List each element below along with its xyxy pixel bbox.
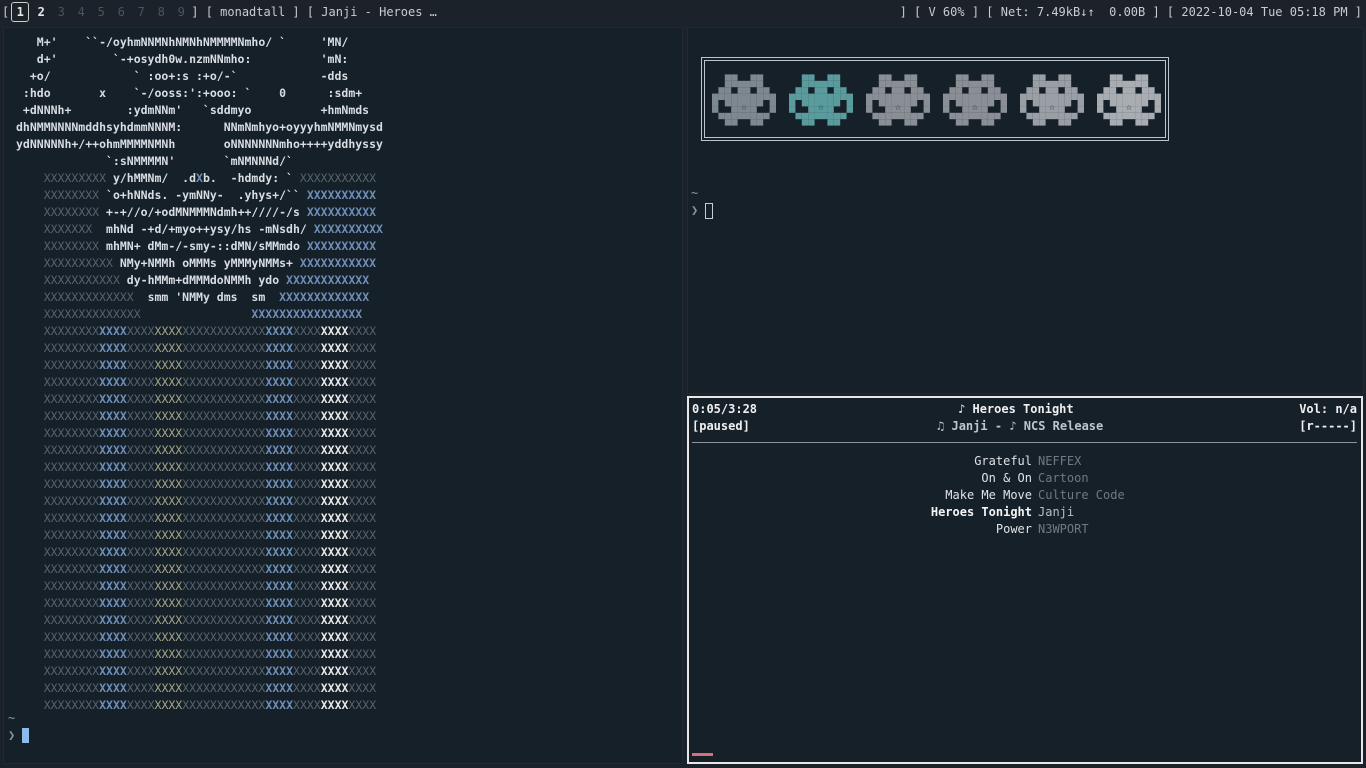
invader-icon: ☆: [789, 74, 853, 126]
prompt-cwd: ~: [691, 186, 699, 200]
workspace-3[interactable]: 3: [51, 5, 71, 19]
playlist-row[interactable]: Power N3WPORT: [692, 521, 1360, 538]
volume-readout: Vol: n/a: [1299, 402, 1357, 416]
meta-separator: -: [994, 419, 1003, 433]
now-playing-title: ♪ Heroes Tonight: [958, 402, 1238, 416]
svg-text:☆: ☆: [741, 101, 747, 113]
playlist-title: Heroes Tonight: [930, 505, 1032, 519]
workspace-2[interactable]: 2: [31, 5, 51, 19]
svg-text:☆: ☆: [1049, 101, 1055, 113]
shell-prompt[interactable]: ~ ❯: [8, 710, 30, 744]
net-widget: [ Net: 7.49kB↓↑ 0.00B ]: [986, 5, 1160, 19]
terminal-cursor: [705, 202, 714, 219]
playlist-title: Grateful: [974, 454, 1032, 468]
workspace-9[interactable]: 9: [171, 5, 191, 19]
playlist-artist: NEFFEX: [1038, 454, 1082, 468]
artist-icon: ♫: [937, 419, 945, 433]
playlist-title: On & On: [981, 471, 1032, 485]
svg-text:☆: ☆: [1126, 101, 1132, 113]
progress-bar[interactable]: [692, 753, 713, 756]
workspace-5[interactable]: 5: [91, 5, 111, 19]
window-title: [ Janji - Heroes …: [306, 5, 437, 19]
playlist-artist: Culture Code: [1038, 488, 1125, 502]
shell-prompt[interactable]: ~ ❯: [691, 185, 714, 219]
fetch-art-box: ☆ ☆ ☆ ☆ ☆ ☆: [701, 57, 1169, 141]
layout-indicator[interactable]: [ monadtall ]: [206, 5, 300, 19]
playlist-artist: Cartoon: [1038, 471, 1089, 485]
now-playing-meta: ♫ Janji - ♪ NCS Release: [937, 419, 1237, 433]
svg-text:☆: ☆: [818, 101, 824, 113]
workspace-buttons: 123456789: [9, 2, 191, 22]
svg-text:☆: ☆: [972, 101, 978, 113]
playlist-artist: N3WPORT: [1038, 522, 1089, 536]
prompt-chevron-icon: ❯: [691, 203, 699, 217]
workspace-bracket-close: ]: [191, 5, 199, 19]
music-player: 0:05/3:28 [paused] ♪ Heroes Tonight ♫ Ja…: [689, 398, 1361, 762]
workspace-4[interactable]: 4: [71, 5, 91, 19]
header-divider: [692, 442, 1357, 443]
workspace-8[interactable]: 8: [151, 5, 171, 19]
workspace-7[interactable]: 7: [131, 5, 151, 19]
bar-widgets: ] [ V 60% ] [ Net: 7.49kB↓↑ 0.00B ] [ 20…: [900, 0, 1362, 24]
workspace-1[interactable]: 1: [11, 2, 30, 22]
prompt-chevron-icon: ❯: [8, 728, 16, 742]
ascii-art: M+' ``-/oyhmNNMNhNMNhNMMMMNmho/ ` 'MN/ d…: [16, 35, 383, 712]
bar-separator: ]: [899, 5, 907, 19]
playlist-row[interactable]: On & On Cartoon: [692, 470, 1360, 487]
track-title: Heroes Tonight: [972, 402, 1074, 416]
playback-status: [paused]: [692, 419, 750, 433]
svg-text:☆: ☆: [895, 101, 901, 113]
mode-flags: [r-----]: [1299, 419, 1357, 433]
invader-icon: ☆: [943, 74, 1007, 126]
workspace-6[interactable]: 6: [111, 5, 131, 19]
playlist-artist: Janji: [1038, 505, 1075, 519]
album-icon: ♪: [1009, 419, 1017, 433]
playlist-row[interactable]: Make Me Move Culture Code: [692, 487, 1360, 504]
volume-widget[interactable]: [ V 60% ]: [914, 5, 979, 19]
playlist-row[interactable]: Heroes Tonight Janji: [692, 504, 1360, 521]
track-album: NCS Release: [1023, 419, 1104, 433]
playlist-row[interactable]: Grateful NEFFEX: [692, 453, 1360, 470]
workspace-bracket-open: [: [2, 5, 10, 19]
workspace-list: [ 123456789 ] [ monadtall ] [ Janji - He…: [0, 2, 437, 22]
invader-icon: ☆: [712, 74, 776, 126]
status-bar: [ 123456789 ] [ monadtall ] [ Janji - He…: [0, 0, 1366, 24]
elapsed-time: 0:05/3:28: [692, 402, 758, 416]
track-artist: Janji: [951, 419, 988, 433]
prompt-cwd: ~: [8, 711, 16, 725]
playlist[interactable]: Grateful NEFFEX On & On Cartoon Make Me Move…: [692, 453, 1360, 538]
terminal-left[interactable]: M+' ``-/oyhmNNMNhNMNhNMMMMNmho/ ` 'MN/ d…: [3, 27, 683, 764]
clock-widget: [ 2022-10-04 Tue 05:18 PM ]: [1166, 5, 1362, 19]
terminal-top-right[interactable]: ☆ ☆ ☆ ☆ ☆ ☆ ~ ❯: [687, 27, 1364, 394]
invader-icon: ☆: [1097, 74, 1161, 126]
invader-icon: ☆: [1020, 74, 1084, 126]
playlist-title: Power: [995, 522, 1032, 536]
invader-icon: ☆: [866, 74, 930, 126]
playlist-title: Make Me Move: [945, 488, 1032, 502]
terminal-cursor: [22, 728, 30, 743]
music-player-window[interactable]: 0:05/3:28 [paused] ♪ Heroes Tonight ♫ Ja…: [687, 396, 1363, 764]
music-note-icon: ♪: [958, 402, 966, 416]
